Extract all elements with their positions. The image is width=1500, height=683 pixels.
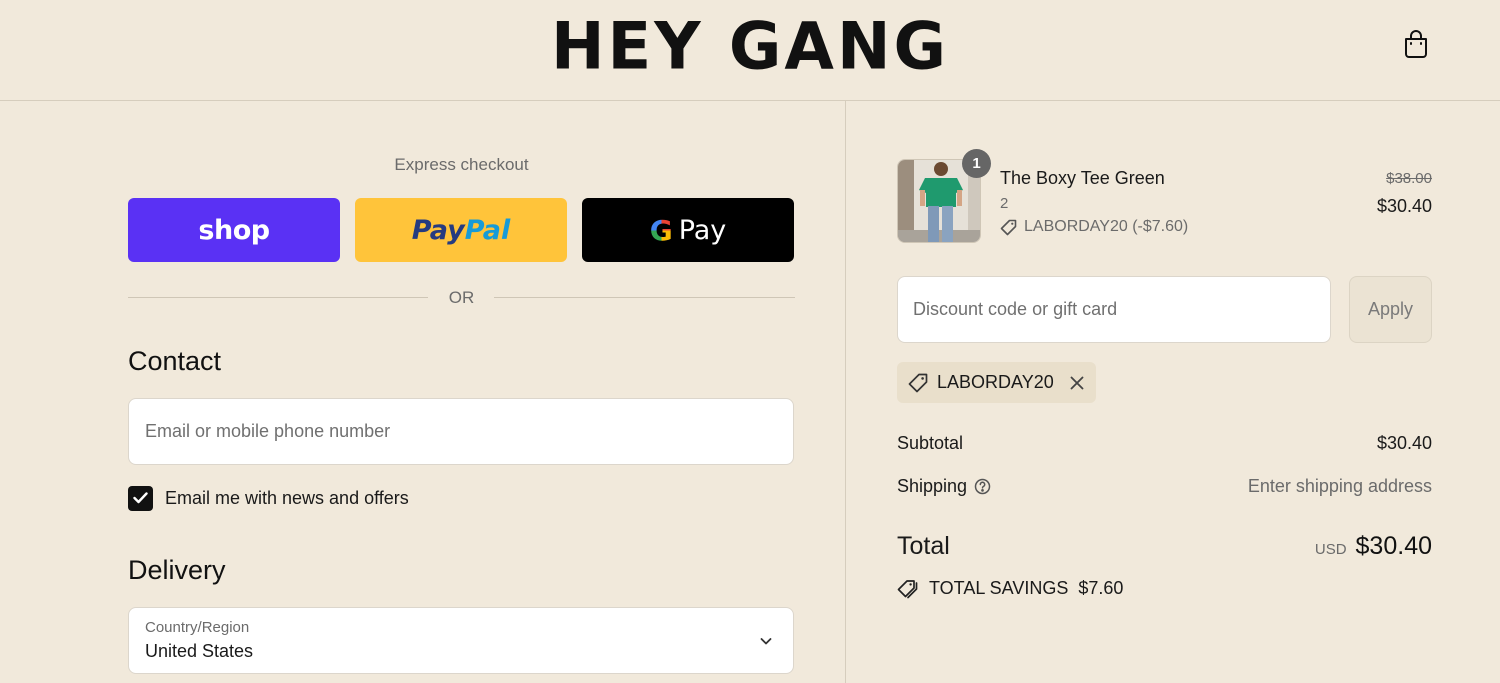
email-field[interactable] (128, 398, 794, 465)
google-pay-label: Pay (678, 214, 727, 246)
country-select[interactable]: Country/Region United States (128, 607, 794, 674)
total-amount: $30.40 (1355, 532, 1432, 560)
total-row: Total USD $30.40 (897, 532, 1432, 561)
discount-code-input[interactable] (898, 277, 1330, 342)
shop-pay-label: shop (198, 214, 270, 246)
newsletter-checkbox-row[interactable]: Email me with news and offers (128, 485, 409, 511)
quantity-badge: 1 (962, 149, 991, 178)
newsletter-checkbox[interactable] (128, 485, 153, 511)
total-savings-label: TOTAL SAVINGS (929, 578, 1069, 598)
shipping-value: Enter shipping address (1247, 476, 1432, 496)
subtotal-value: $30.40 (1376, 433, 1432, 453)
express-checkout-label: Express checkout (394, 155, 529, 174)
tags-icon (897, 579, 918, 598)
chevron-down-icon (760, 638, 772, 645)
shipping-row: Shipping Enter shipping address (897, 476, 1432, 497)
google-g-icon: G (649, 213, 673, 247)
country-label: Country/Region (145, 619, 250, 636)
checkmark-icon (133, 492, 148, 504)
paypal-button[interactable]: Pay Pal (355, 198, 567, 262)
paypal-label-pal: Pal (464, 214, 511, 246)
total-savings-row: TOTAL SAVINGS $7.60 (897, 578, 1123, 599)
product-discount: LABORDAY20 (-$7.60) (1000, 218, 1188, 236)
newsletter-label: Email me with news and offers (165, 487, 409, 508)
applied-code-label: LABORDAY20 (937, 372, 1054, 392)
total-value-group: USD $30.40 (1315, 532, 1432, 561)
tag-icon (1000, 219, 1017, 235)
google-pay-button[interactable]: G Pay (582, 198, 794, 262)
store-logo[interactable]: HEY GANG (0, 9, 1500, 84)
contact-title: Contact (128, 346, 222, 376)
help-circle-icon[interactable] (974, 478, 991, 495)
subtotal-label: Subtotal (897, 433, 964, 453)
product-discount-text: LABORDAY20 (-$7.60) (1024, 218, 1189, 235)
close-icon[interactable] (1069, 375, 1085, 391)
item-price: $30.40 (1376, 196, 1432, 216)
email-input[interactable] (129, 399, 793, 464)
shop-pay-button[interactable]: shop (128, 198, 340, 262)
shopping-bag-icon[interactable] (1402, 28, 1430, 60)
tag-icon (908, 373, 928, 392)
column-divider (845, 101, 846, 683)
product-name: The Boxy Tee Green (1000, 168, 1165, 188)
shipping-label-group: Shipping (897, 476, 991, 497)
or-divider: OR (128, 287, 795, 307)
currency-code: USD (1314, 541, 1347, 558)
apply-discount-button[interactable]: Apply (1349, 276, 1432, 343)
total-label: Total (897, 532, 950, 560)
country-value: United States (145, 641, 254, 661)
original-price: $38.00 (1386, 170, 1432, 187)
delivery-title: Delivery (128, 555, 226, 585)
header: HEY GANG (0, 0, 1500, 101)
shipping-label: Shipping (897, 476, 968, 496)
discount-code-field[interactable] (897, 276, 1331, 343)
paypal-label-pay: Pay (411, 214, 465, 246)
product-variant: 2 (1000, 195, 1009, 212)
subtotal-row: Subtotal $30.40 (897, 433, 1432, 454)
applied-code-chip: LABORDAY20 (897, 362, 1096, 403)
total-savings-value: $7.60 (1078, 578, 1124, 598)
or-label: OR (448, 288, 475, 307)
